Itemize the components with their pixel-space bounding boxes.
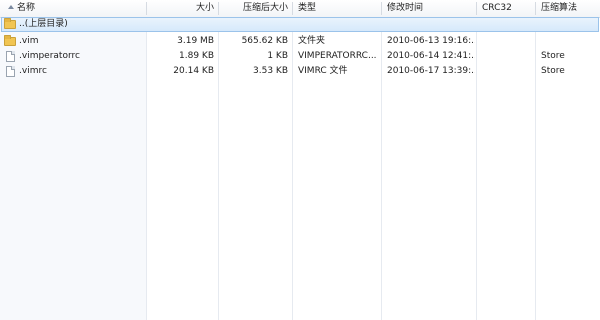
file-modified: 2010-06-14 12:41:... <box>387 51 475 61</box>
file-packed-size: 1 KB <box>267 51 288 61</box>
folder-up-icon <box>4 18 16 29</box>
file-modified: 2010-06-17 13:39:... <box>387 66 475 76</box>
file-packed-size: 565.62 KB <box>241 36 288 46</box>
column-header-type[interactable]: 类型 <box>298 0 378 17</box>
sort-ascending-icon <box>8 5 14 9</box>
file-type: VIMRC 文件 <box>298 66 348 76</box>
header-divider[interactable] <box>535 2 536 15</box>
file-name: .vim <box>19 36 39 46</box>
file-packed-size: 3.53 KB <box>253 66 288 76</box>
file-modified: 2010-06-13 19:16:... <box>387 36 475 46</box>
file-row[interactable]: .vimrc 20.14 KB 3.53 KB VIMRC 文件 2010-06… <box>0 64 600 79</box>
header-divider[interactable] <box>476 2 477 15</box>
folder-icon <box>4 35 16 46</box>
parent-directory-row-content[interactable]: ..(上层目录) <box>0 17 600 32</box>
header-divider[interactable] <box>381 2 382 15</box>
file-size: 3.19 MB <box>177 36 214 46</box>
parent-directory-label: ..(上层目录) <box>19 19 68 29</box>
file-method: Store <box>541 66 565 76</box>
file-name: .vimperatorrc <box>19 51 80 61</box>
header-divider[interactable] <box>292 2 293 15</box>
file-icon <box>6 51 15 62</box>
file-type: 文件夹 <box>298 36 326 46</box>
column-header-method[interactable]: 压缩算法 <box>541 0 599 17</box>
column-header-bar: 名称 大小 压缩后大小 类型 修改时间 CRC32 压缩算法 <box>0 0 600 18</box>
file-method: Store <box>541 51 565 61</box>
file-row[interactable]: .vimperatorrc 1.89 KB 1 KB VIMPERATORRC.… <box>0 49 600 64</box>
column-header-modified[interactable]: 修改时间 <box>387 0 473 17</box>
header-divider[interactable] <box>146 2 147 15</box>
file-row[interactable]: .vim 3.19 MB 565.62 KB 文件夹 2010-06-13 19… <box>0 34 600 49</box>
file-icon <box>6 66 15 77</box>
column-header-size[interactable]: 大小 <box>150 0 214 17</box>
file-type: VIMPERATORRC... <box>298 51 377 61</box>
file-crc <box>482 49 532 64</box>
file-crc <box>482 64 532 79</box>
file-crc <box>482 34 532 49</box>
column-header-packed-size[interactable]: 压缩后大小 <box>222 0 288 17</box>
column-header-name[interactable]: 名称 <box>17 0 142 17</box>
header-divider[interactable] <box>218 2 219 15</box>
file-size: 1.89 KB <box>179 51 214 61</box>
column-header-crc[interactable]: CRC32 <box>482 0 532 17</box>
file-size: 20.14 KB <box>173 66 214 76</box>
file-name: .vimrc <box>19 66 47 76</box>
file-method <box>541 34 599 49</box>
